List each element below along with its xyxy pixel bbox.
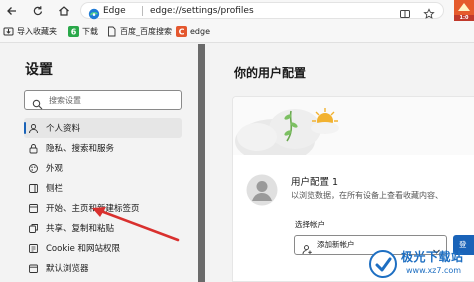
bookmark-download[interactable]: 6 下载 <box>68 24 98 39</box>
select-account-label: 选择帐户 <box>295 220 325 229</box>
active-indicator <box>24 122 26 134</box>
bookmark-import[interactable]: 导入收藏夹 <box>3 24 57 39</box>
search-input[interactable] <box>49 93 177 107</box>
browser-icon <box>27 262 39 274</box>
profile-banner-illustration <box>233 97 474 163</box>
person-icon <box>27 122 39 134</box>
home-page-icon <box>27 202 39 214</box>
profile-name: 用户配置 1 <box>291 177 339 188</box>
address-site-label: Edge <box>103 6 126 16</box>
browser-toolbar: Edge edge://settings/profiles 1:0 <box>0 0 474 21</box>
avatar[interactable] <box>246 174 278 206</box>
sidebar-item-appearance[interactable]: 外观 <box>24 158 182 178</box>
svg-text:C: C <box>179 28 185 37</box>
search-icon <box>32 95 43 110</box>
sidebar-icon <box>27 182 39 194</box>
bookmark-label: 百度_百度搜索 <box>120 27 172 36</box>
bookmark-edge[interactable]: C edge <box>176 24 210 39</box>
address-separator <box>142 6 143 16</box>
share-icon <box>27 222 39 234</box>
sidebar-item-default-browser[interactable]: 默认浏览器 <box>24 258 182 278</box>
bookmark-label: edge <box>190 27 210 36</box>
address-bar[interactable]: Edge edge://settings/profiles <box>80 2 444 20</box>
lock-icon <box>27 142 39 154</box>
sidebar-item-sidebar[interactable]: 侧栏 <box>24 178 182 198</box>
page-title: 你的用户配置 <box>234 66 307 80</box>
bookmark-baidu[interactable]: 百度_百度搜索 <box>106 24 172 39</box>
add-person-icon <box>302 240 313 255</box>
edge-logo-icon <box>88 5 100 20</box>
panel-divider <box>198 44 205 282</box>
sidebar-item-label: 侧栏 <box>46 184 64 194</box>
home-icon[interactable] <box>55 2 72 19</box>
extension-logo-icon[interactable]: 1:0 <box>454 0 474 21</box>
profile-description: 以浏览数据，在所有设备上查看收藏内容、 <box>291 191 443 200</box>
svg-text:6: 6 <box>71 28 77 37</box>
refresh-icon[interactable] <box>29 2 46 19</box>
bookmark-label: 导入收藏夹 <box>17 27 57 36</box>
sidebar-item-start-home[interactable]: 开始、主页和新建标签页 <box>24 198 182 218</box>
sidebar-item-cookies[interactable]: Cookie 和网站权限 <box>24 238 182 258</box>
sidebar-item-label: 共享、复制和粘贴 <box>46 224 115 234</box>
sidebar-item-label: 个人资料 <box>46 124 81 134</box>
watermark-logo-icon <box>368 249 398 279</box>
sidebar-item-label: 隐私、搜索和服务 <box>46 144 115 154</box>
bookmarks-bar: 导入收藏夹 6 下载 百度_百度搜索 C edge <box>0 21 474 43</box>
settings-title: 设置 <box>25 62 53 78</box>
download-badge-icon: 6 <box>68 26 79 37</box>
edge-c-icon: C <box>176 26 187 37</box>
import-icon <box>3 26 14 37</box>
page-icon <box>106 26 117 37</box>
selected-account-option: 添加新帐户 <box>317 240 355 249</box>
sidebar-item-label: 开始、主页和新建标签页 <box>46 204 140 214</box>
appearance-icon <box>27 162 39 174</box>
watermark-url: www.xz7.com <box>406 266 462 275</box>
sidebar-item-label: 默认浏览器 <box>46 264 89 274</box>
watermark-name: 极光下载站 <box>401 250 464 264</box>
address-url[interactable]: edge://settings/profiles <box>150 4 254 18</box>
settings-sidebar: 设置 个人资料 隐私、搜索和服务 外观 侧栏 开始、主页和新建标签页 <box>0 44 198 282</box>
sidebar-item-label: Cookie 和网站权限 <box>46 244 121 254</box>
site-watermark: 极光下载站 www.xz7.com <box>368 247 474 282</box>
sidebar-item-share[interactable]: 共享、复制和粘贴 <box>24 218 182 238</box>
settings-search-box[interactable] <box>24 90 182 110</box>
back-arrow-icon[interactable] <box>3 2 20 19</box>
sidebar-item-label: 外观 <box>46 164 64 174</box>
sidebar-item-privacy[interactable]: 隐私、搜索和服务 <box>24 138 182 158</box>
cookie-icon <box>27 242 39 254</box>
bookmark-label: 下载 <box>82 27 98 36</box>
favorite-star-icon[interactable] <box>423 5 435 19</box>
sidebar-item-profiles[interactable]: 个人资料 <box>24 118 182 138</box>
reading-view-icon[interactable] <box>399 5 411 18</box>
